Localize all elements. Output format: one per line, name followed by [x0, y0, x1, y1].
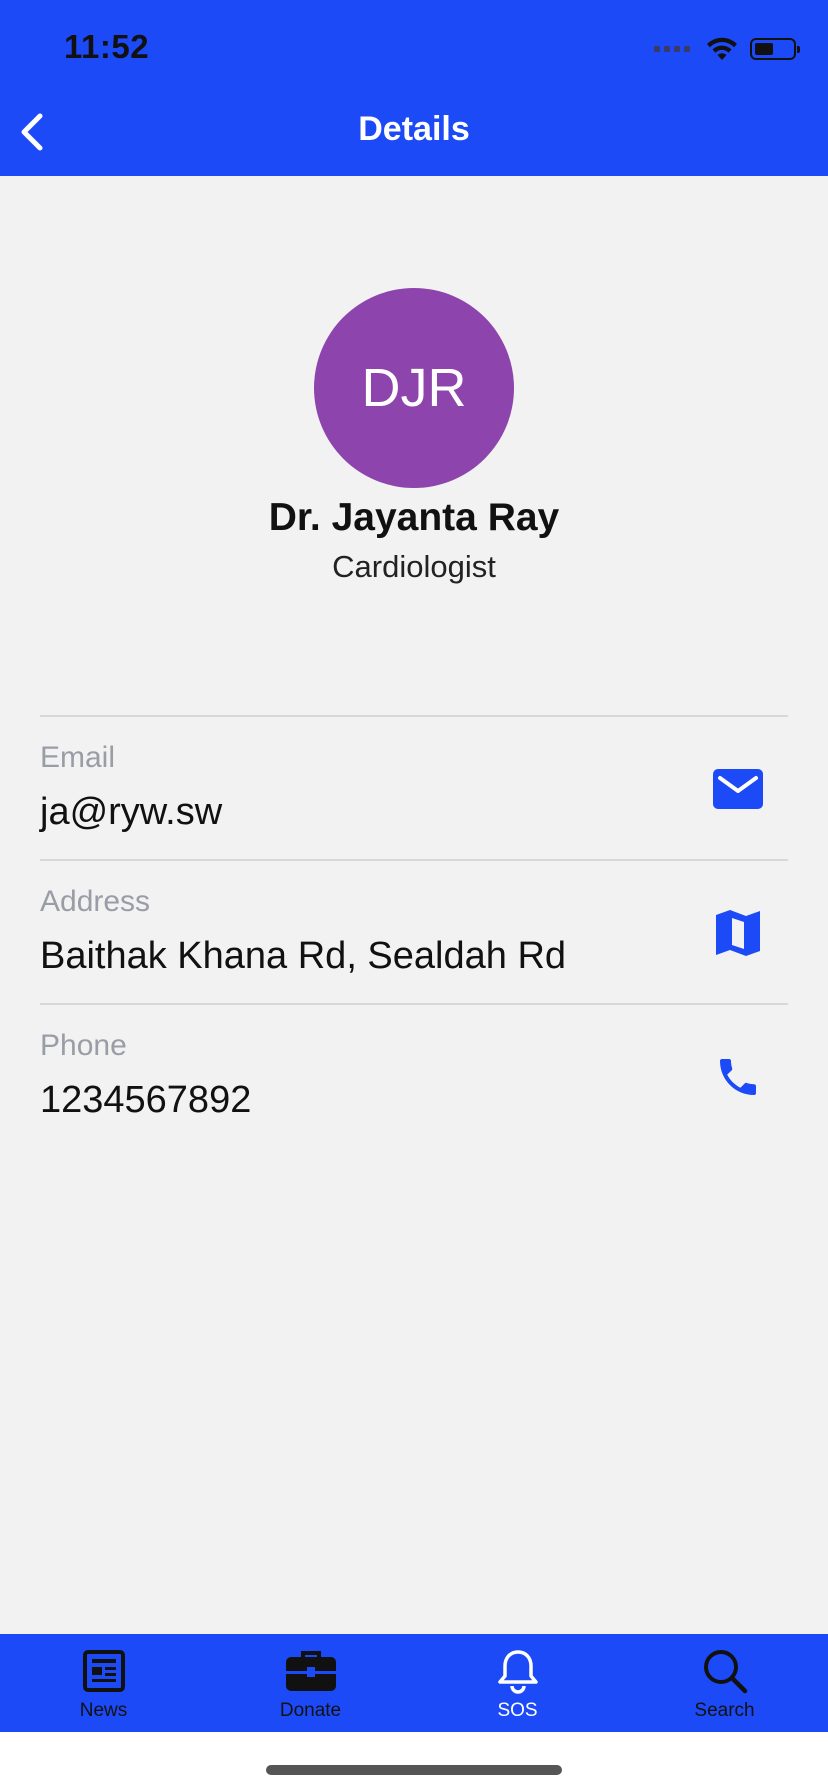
call-button[interactable]: [708, 1047, 768, 1107]
profile-role: Cardiologist: [332, 549, 496, 584]
address-value: Baithak Khana Rd, Sealdah Rd: [40, 935, 567, 977]
newspaper-icon: [82, 1650, 125, 1692]
detail-row-email: Email ja@ryw.sw: [40, 717, 788, 861]
detail-row-phone: Phone 1234567892: [40, 1005, 788, 1149]
signal-icon: [654, 46, 690, 52]
tab-search[interactable]: Search: [621, 1634, 828, 1732]
phone-label: Phone: [40, 1029, 127, 1062]
tab-search-label: Search: [694, 1700, 755, 1721]
tab-donate[interactable]: Donate: [207, 1634, 414, 1732]
tab-sos-label: SOS: [497, 1700, 538, 1721]
email-label: Email: [40, 741, 116, 774]
map-icon: [716, 910, 760, 956]
profile-name: Dr. Jayanta Ray: [268, 496, 560, 539]
details-list: Email ja@ryw.sw Address Baithak Khana Rd…: [40, 715, 788, 1149]
page-title: Details: [358, 110, 470, 148]
email-value: ja@ryw.sw: [40, 791, 223, 833]
email-button[interactable]: [708, 759, 768, 819]
phone-value: 1234567892: [40, 1079, 252, 1121]
tab-sos[interactable]: SOS: [414, 1634, 621, 1732]
phone-icon: [720, 1059, 756, 1095]
tab-news[interactable]: News: [0, 1634, 207, 1732]
address-label: Address: [40, 885, 151, 918]
status-icons: [654, 34, 800, 64]
battery-icon: [750, 38, 800, 60]
profile-card: DJR Dr. Jayanta Ray Cardiologist: [0, 288, 828, 586]
detail-row-address: Address Baithak Khana Rd, Sealdah Rd: [40, 861, 788, 1005]
briefcase-icon: [285, 1651, 336, 1691]
avatar-initials: DJR: [361, 358, 467, 418]
header: 11:52 Details: [0, 0, 828, 176]
bell-icon: [497, 1650, 538, 1694]
avatar: DJR: [314, 288, 514, 488]
map-button[interactable]: [708, 903, 768, 963]
mail-icon: [713, 769, 763, 809]
status-time: 11:52: [64, 28, 150, 65]
tab-bar: News Donate SOS Search: [0, 1634, 828, 1732]
search-icon: [703, 1650, 747, 1694]
home-indicator-area: [0, 1732, 828, 1792]
tab-donate-label: Donate: [279, 1700, 342, 1721]
wifi-icon: [707, 37, 737, 60]
tab-news-label: News: [79, 1700, 128, 1721]
home-indicator[interactable]: [266, 1765, 562, 1775]
